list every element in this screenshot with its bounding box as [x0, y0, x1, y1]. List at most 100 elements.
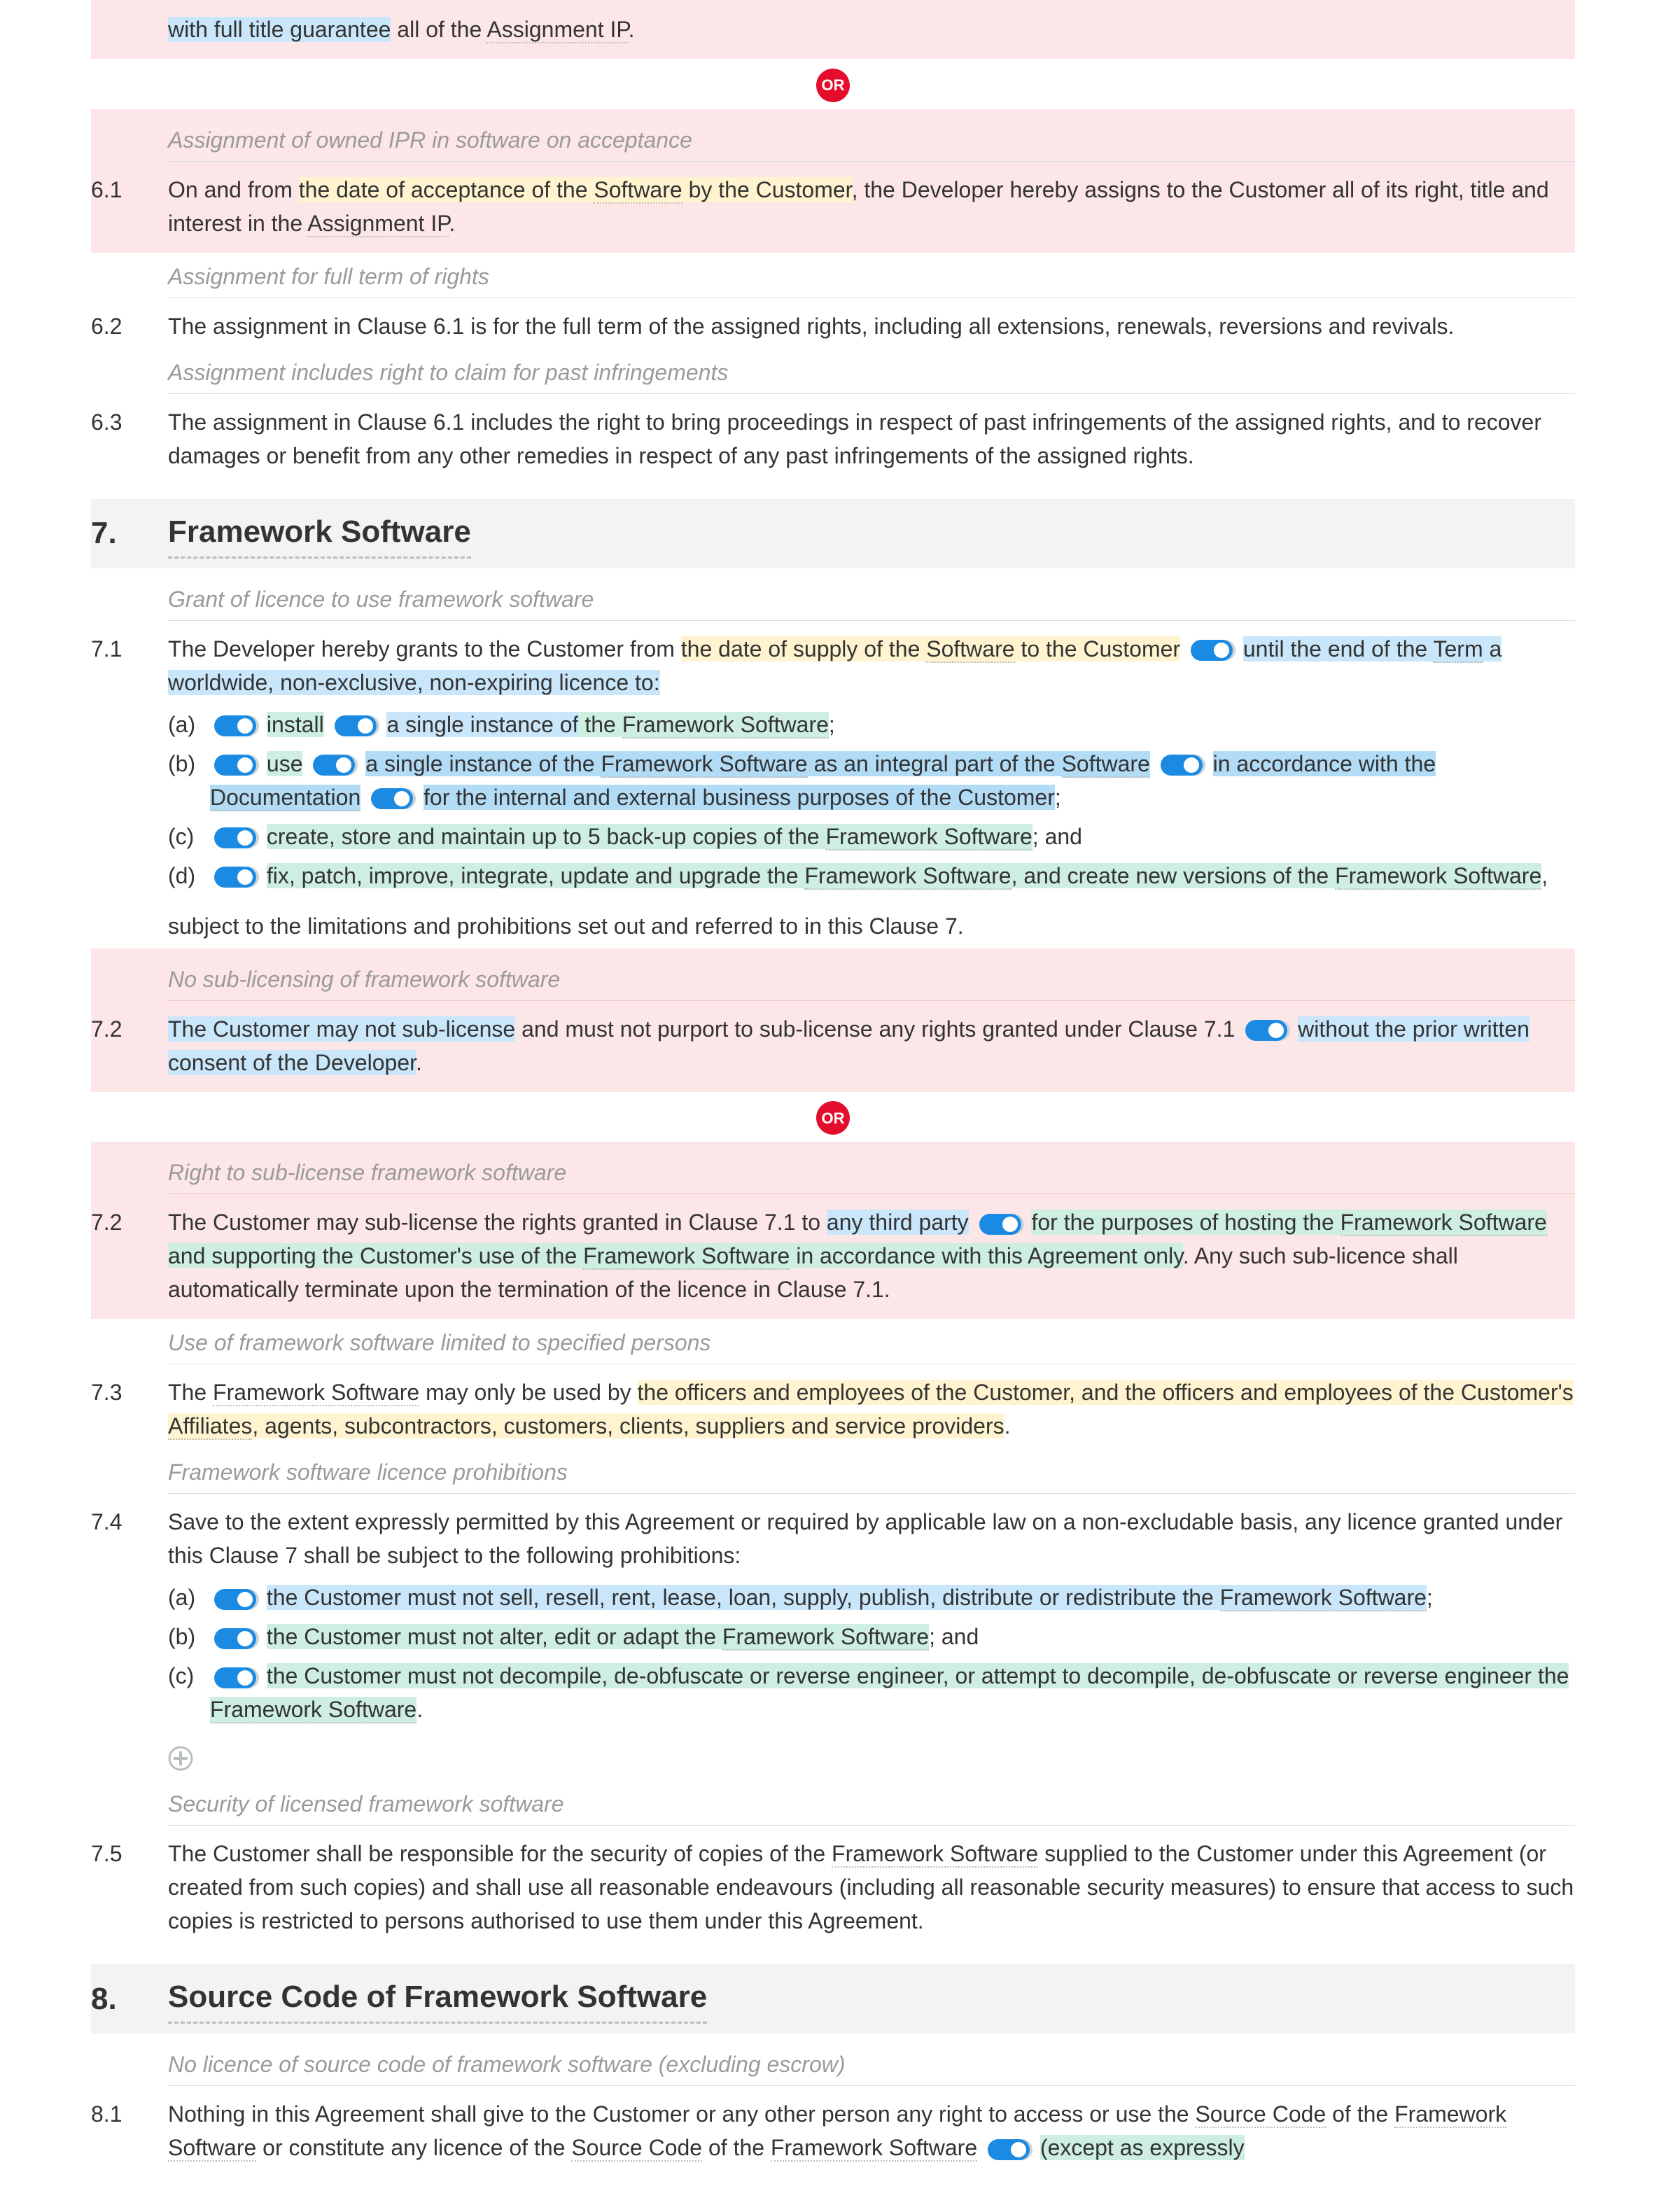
toggle[interactable]	[335, 715, 377, 736]
subheading: Use of framework software limited to spe…	[168, 1319, 1575, 1364]
defined-term-framework-software[interactable]: Framework Software	[1340, 1210, 1547, 1236]
subheading: Assignment of owned IPR in software on a…	[168, 116, 1575, 162]
subheading: Framework software licence prohibitions	[168, 1448, 1575, 1494]
text: of the	[1326, 2101, 1394, 2127]
toggle[interactable]	[214, 867, 256, 888]
text: ; and	[1032, 824, 1082, 849]
text: Save to the extent expressly permitted b…	[168, 1509, 1562, 1568]
defined-term-assignment-ip[interactable]: Assignment IP	[307, 211, 449, 237]
section-number: 8.	[91, 1976, 168, 2022]
sub-clause-c: (c) create, store and maintain up to 5 b…	[168, 817, 1575, 856]
defined-term-framework-software[interactable]: Framework Software	[210, 1697, 416, 1723]
add-clause-icon[interactable]	[168, 1746, 193, 1771]
clause-number: 6.1	[91, 173, 168, 206]
text: the	[557, 751, 601, 776]
text: use	[267, 751, 303, 776]
clause-number: 7.4	[91, 1505, 168, 1539]
toggle[interactable]	[214, 827, 256, 848]
defined-term-affiliates[interactable]: Affiliates	[168, 1413, 252, 1440]
clause-7-5: 7.5 The Customer shall be responsible fo…	[91, 1831, 1575, 1943]
text: The Developer hereby grants to the Custo…	[168, 636, 681, 662]
or-pill[interactable]: OR	[816, 69, 850, 102]
sub-clause-b: (b) the Customer must not alter, edit or…	[168, 1617, 1575, 1656]
toggle[interactable]	[1161, 755, 1203, 776]
defined-term-framework-software[interactable]: Framework Software	[832, 1841, 1038, 1868]
toggle[interactable]	[214, 755, 256, 776]
section-8-heading: 8. Source Code of Framework Software	[91, 1964, 1575, 2033]
text: .	[449, 211, 455, 236]
text: or constitute any licence of the	[256, 2135, 571, 2160]
toggle[interactable]	[1191, 640, 1233, 661]
defined-term-software[interactable]: Software	[594, 177, 682, 204]
defined-term-framework-software[interactable]: Framework Software	[771, 2135, 977, 2162]
text: the date of supply of the	[681, 636, 926, 662]
text: ; and	[929, 1624, 979, 1649]
section-7-heading: 7. Framework Software	[91, 499, 1575, 568]
clause-number: 7.3	[91, 1376, 168, 1409]
text: may only be used by	[419, 1380, 637, 1405]
text: the Customer must not decompile, de-obfu…	[267, 1663, 1569, 1688]
text: in accordance with this Agreement only	[790, 1243, 1182, 1268]
toggle[interactable]	[214, 715, 256, 736]
text: Nothing in this Agreement shall give to …	[168, 2101, 1195, 2127]
text: as an integral part of the	[808, 751, 1062, 776]
defined-term-framework-software[interactable]: Framework Software	[1335, 863, 1541, 890]
document-page: with full title guarantee all of the Ass…	[0, 0, 1666, 2212]
defined-term-framework-software[interactable]: Framework Software	[804, 863, 1011, 890]
sub-letter: (b)	[168, 747, 210, 780]
sub-clause-a: (a) install a single instance of the Fra…	[168, 705, 1575, 744]
text: create, store and maintain up to 5 back-…	[267, 824, 826, 849]
text: ,	[1541, 863, 1548, 888]
toggle[interactable]	[214, 1589, 256, 1610]
clause-number: 7.2	[91, 1012, 168, 1046]
clause-fragment-top: with full title guarantee all of the Ass…	[91, 0, 1575, 59]
defined-term-source-code[interactable]: Source Code	[571, 2135, 702, 2162]
toggle[interactable]	[214, 1667, 256, 1688]
defined-term-software[interactable]: Software	[1062, 751, 1150, 778]
defined-term-framework-software[interactable]: Framework Software	[826, 824, 1032, 850]
sub-letter: (a)	[168, 708, 210, 741]
sub-letter: (b)	[168, 1620, 210, 1653]
defined-term-documentation[interactable]: Documentation	[210, 785, 360, 811]
text: and supporting the Customer's use of the	[168, 1243, 583, 1268]
defined-term-source-code[interactable]: Source Code	[1195, 2101, 1326, 2128]
toggle[interactable]	[371, 788, 413, 809]
clause-number: 6.3	[91, 405, 168, 439]
defined-term-framework-software[interactable]: Framework Software	[583, 1243, 790, 1270]
toggle[interactable]	[313, 755, 355, 776]
defined-term-framework-software[interactable]: Framework Software	[1220, 1585, 1427, 1611]
section-title[interactable]: Framework Software	[168, 509, 471, 559]
defined-term-framework-software[interactable]: Framework Software	[622, 712, 829, 738]
text: for the purposes of hosting the	[1031, 1210, 1340, 1235]
toggle[interactable]	[979, 1214, 1021, 1235]
clause-body: The assignment in Clause 6.1 is for the …	[168, 309, 1575, 343]
toggle[interactable]	[1245, 1020, 1287, 1041]
text: the Customer must not alter, edit or ada…	[267, 1624, 722, 1649]
clause-number: 7.1	[91, 632, 168, 666]
text: the Customer must not sell, resell, rent…	[267, 1585, 1220, 1610]
clause-7-2-b: Right to sub-license framework software …	[91, 1142, 1575, 1319]
clause-8-1: 8.1 Nothing in this Agreement shall give…	[91, 2092, 1575, 2170]
text: install	[267, 712, 324, 737]
defined-term-term[interactable]: Term	[1433, 636, 1483, 663]
toggle[interactable]	[988, 2139, 1030, 2160]
text: The Customer may not sub-license	[168, 1016, 515, 1042]
sub-letter: (c)	[168, 820, 210, 853]
defined-term-framework-software[interactable]: Framework Software	[722, 1624, 929, 1651]
text: by the Customer	[682, 177, 852, 202]
defined-term-framework-software[interactable]: Framework Software	[601, 751, 807, 778]
text: all of the	[391, 17, 486, 42]
sub-letter: (a)	[168, 1581, 210, 1614]
toggle[interactable]	[214, 1628, 256, 1649]
defined-term-software[interactable]: Software	[926, 636, 1014, 663]
clause-7-3: 7.3 The Framework Software may only be u…	[91, 1370, 1575, 1448]
text: ;	[1427, 1585, 1433, 1610]
or-pill[interactable]: OR	[816, 1101, 850, 1135]
subheading: Assignment includes right to claim for p…	[168, 349, 1575, 394]
defined-term-framework-software[interactable]: Framework Software	[213, 1380, 419, 1406]
defined-term-assignment-ip[interactable]: Assignment IP	[486, 17, 628, 43]
subheading: Grant of licence to use framework softwa…	[168, 575, 1575, 621]
text: .	[1004, 1413, 1011, 1438]
clause-body: The assignment in Clause 6.1 includes th…	[168, 405, 1575, 472]
section-title[interactable]: Source Code of Framework Software	[168, 1974, 707, 2024]
